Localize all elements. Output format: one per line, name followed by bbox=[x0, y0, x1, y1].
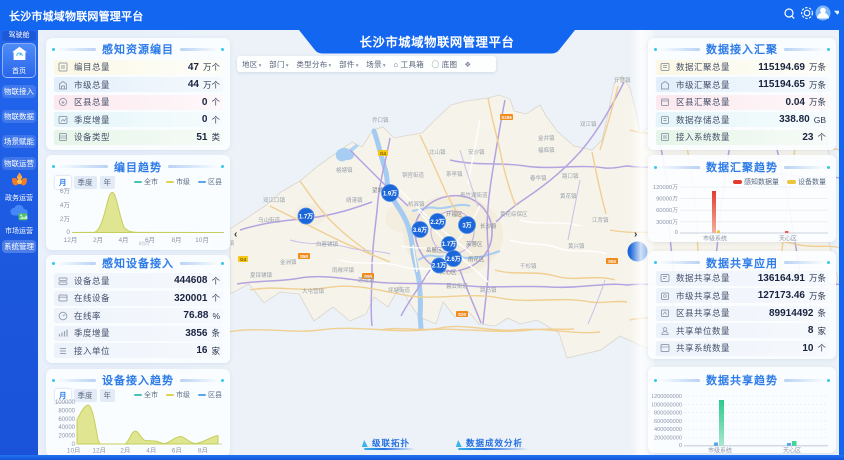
svg-text:S50: S50 bbox=[608, 259, 617, 264]
svg-text:G4: G4 bbox=[380, 151, 387, 156]
svg-text:40000: 40000 bbox=[58, 425, 75, 431]
svg-text:桥驿镇: 桥驿镇 bbox=[408, 200, 425, 208]
svg-text:200000000: 200000000 bbox=[654, 436, 682, 442]
svg-text:4月: 4月 bbox=[146, 447, 156, 454]
svg-text:黄兴镇: 黄兴镇 bbox=[568, 242, 585, 250]
svg-text:青竹湖街道: 青竹湖街道 bbox=[460, 191, 488, 199]
svg-text:4月: 4月 bbox=[118, 236, 128, 244]
svg-text:2月: 2月 bbox=[93, 236, 103, 244]
svg-text:6万: 6万 bbox=[60, 187, 71, 195]
svg-text:安沙镇: 安沙镇 bbox=[468, 148, 485, 156]
svg-text:S206: S206 bbox=[501, 115, 512, 120]
svg-text:10月: 10月 bbox=[67, 447, 81, 454]
svg-text:2.6万: 2.6万 bbox=[446, 256, 460, 263]
svg-text:雨花区: 雨花区 bbox=[468, 255, 485, 263]
svg-text:1.9万: 1.9万 bbox=[383, 190, 397, 197]
svg-text:靖港镇: 靖港镇 bbox=[346, 196, 363, 204]
svg-text:干杉镇: 干杉镇 bbox=[520, 262, 537, 270]
svg-text:3.6万: 3.6万 bbox=[413, 227, 427, 234]
svg-text:S50: S50 bbox=[300, 254, 309, 259]
svg-text:金洲镇: 金洲镇 bbox=[280, 258, 297, 266]
svg-text:1.7万: 1.7万 bbox=[299, 213, 313, 220]
svg-text:岳麓区: 岳麓区 bbox=[426, 246, 443, 254]
svg-text:坪塘街道: 坪塘街道 bbox=[388, 286, 411, 294]
svg-text:天心区: 天心区 bbox=[783, 448, 801, 454]
svg-text:1.7万: 1.7万 bbox=[442, 241, 456, 248]
svg-text:0: 0 bbox=[66, 229, 70, 236]
svg-text:800000000: 800000000 bbox=[654, 411, 682, 417]
svg-text:乌山街道: 乌山街道 bbox=[258, 216, 281, 224]
svg-text:6月: 6月 bbox=[172, 447, 182, 454]
svg-text:S20: S20 bbox=[458, 312, 467, 317]
svg-text:长沙市城域物联网管理平台: 长沙市城域物联网管理平台 bbox=[360, 35, 515, 50]
svg-text:30000万: 30000万 bbox=[656, 219, 678, 226]
svg-text:春华镇: 春华镇 bbox=[530, 174, 547, 182]
svg-text:2月: 2月 bbox=[120, 447, 130, 454]
svg-text:白箬铺镇: 白箬铺镇 bbox=[316, 240, 339, 248]
svg-text:400000000: 400000000 bbox=[654, 427, 682, 433]
svg-text:1200000000: 1200000000 bbox=[652, 394, 682, 400]
svg-text:芙蓉区: 芙蓉区 bbox=[466, 240, 483, 248]
svg-text:金井镇: 金井镇 bbox=[538, 134, 555, 142]
svg-text:2.1万: 2.1万 bbox=[432, 263, 446, 270]
svg-text:大屯营镇: 大屯营镇 bbox=[302, 287, 325, 295]
svg-text:天心区: 天心区 bbox=[779, 236, 797, 242]
svg-text:时间: 时间 bbox=[139, 240, 149, 246]
svg-text:120000万: 120000万 bbox=[653, 184, 678, 191]
svg-text:20000: 20000 bbox=[58, 434, 75, 440]
svg-text:北山镇: 北山镇 bbox=[429, 148, 446, 156]
svg-text:600000000: 600000000 bbox=[654, 419, 682, 425]
svg-text:长沙县: 长沙县 bbox=[480, 222, 497, 230]
svg-text:8月: 8月 bbox=[198, 447, 208, 454]
svg-text:1000000000: 1000000000 bbox=[652, 402, 682, 408]
svg-text:市级系统: 市级系统 bbox=[708, 447, 732, 454]
svg-text:双江口镇: 双江口镇 bbox=[263, 196, 286, 204]
svg-text:茶亭镇: 茶亭镇 bbox=[446, 170, 463, 178]
svg-text:3万: 3万 bbox=[462, 222, 471, 229]
svg-text:格塘镇: 格塘镇 bbox=[336, 166, 353, 174]
svg-text:夏铎铺镇: 夏铎铺镇 bbox=[250, 271, 273, 279]
svg-text:莲花镇: 莲花镇 bbox=[358, 276, 375, 284]
svg-text:开福区: 开福区 bbox=[446, 210, 463, 218]
svg-text:8月: 8月 bbox=[171, 236, 181, 244]
svg-text:G4: G4 bbox=[240, 257, 247, 262]
svg-text:60000万: 60000万 bbox=[656, 207, 678, 214]
svg-text:90000万: 90000万 bbox=[656, 196, 678, 203]
svg-text:12月: 12月 bbox=[64, 236, 78, 244]
svg-text:跳马镇: 跳马镇 bbox=[480, 286, 497, 294]
svg-text:暮云街道: 暮云街道 bbox=[446, 282, 469, 290]
svg-text:0: 0 bbox=[675, 230, 678, 236]
svg-text:开慧镇: 开慧镇 bbox=[614, 76, 631, 84]
svg-text:黄花镇: 黄花镇 bbox=[560, 192, 577, 200]
svg-text:铜官街道: 铜官街道 bbox=[402, 171, 425, 179]
svg-text:80000: 80000 bbox=[58, 408, 75, 414]
svg-text:江背镇: 江背镇 bbox=[592, 216, 609, 224]
svg-text:12月: 12月 bbox=[92, 447, 106, 454]
svg-text:雨敞坪镇: 雨敞坪镇 bbox=[332, 266, 355, 274]
svg-text:双江镇: 双江镇 bbox=[580, 120, 597, 128]
svg-text:2万: 2万 bbox=[60, 215, 71, 223]
svg-text:10月: 10月 bbox=[195, 236, 209, 244]
svg-text:60000: 60000 bbox=[58, 417, 75, 423]
svg-text:黄花综保区: 黄花综保区 bbox=[500, 210, 528, 218]
svg-text:0: 0 bbox=[679, 443, 682, 449]
svg-text:2.2万: 2.2万 bbox=[430, 219, 444, 226]
svg-text:乔口镇: 乔口镇 bbox=[372, 116, 389, 124]
svg-text:100000: 100000 bbox=[55, 400, 76, 406]
svg-text:4万: 4万 bbox=[60, 201, 71, 209]
svg-text:市级系统: 市级系统 bbox=[703, 235, 727, 242]
svg-text:福临镇: 福临镇 bbox=[538, 146, 555, 154]
svg-text:路口镇: 路口镇 bbox=[562, 172, 579, 180]
